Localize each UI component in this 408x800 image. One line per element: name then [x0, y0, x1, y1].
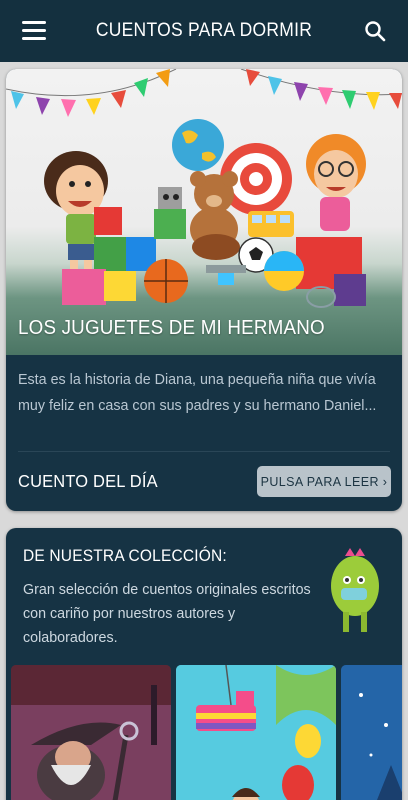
app-title: CUENTOS PARA DORMIR [95, 20, 313, 41]
app-bar: CUENTOS PARA DORMIR [0, 0, 408, 62]
story-illustration: LOS JUGUETES DE MI HERMANO [6, 69, 402, 355]
featured-story-card[interactable]: LOS JUGUETES DE MI HERMANO Esta es la hi… [6, 69, 402, 511]
collection-card: DE NUESTRA COLECCIÓN: Gran selección de … [6, 528, 402, 800]
toys-illustration [6, 69, 402, 308]
search-icon[interactable] [364, 20, 386, 42]
collection-thumbnail-winter[interactable] [341, 665, 402, 800]
collection-description: Gran selección de cuentos originales esc… [23, 582, 311, 646]
wizard-illustration [11, 665, 171, 800]
winter-night-illustration [341, 665, 402, 800]
read-button[interactable]: PULSA PARA LEER › [257, 466, 391, 497]
story-title: LOS JUGUETES DE MI HERMANO [18, 317, 325, 339]
story-of-the-day-label: CUENTO DEL DÍA [18, 471, 158, 491]
collection-thumbnail-wizard[interactable] [11, 665, 171, 800]
card-divider [18, 451, 390, 452]
collection-title: DE NUESTRA COLECCIÓN: [23, 547, 227, 565]
collection-thumbnail-pinata[interactable] [176, 665, 336, 800]
story-excerpt: Esta es la historia de Diana, una pequeñ… [18, 372, 377, 414]
pinata-party-illustration [176, 665, 336, 800]
cactus-mascot-icon [331, 548, 379, 632]
